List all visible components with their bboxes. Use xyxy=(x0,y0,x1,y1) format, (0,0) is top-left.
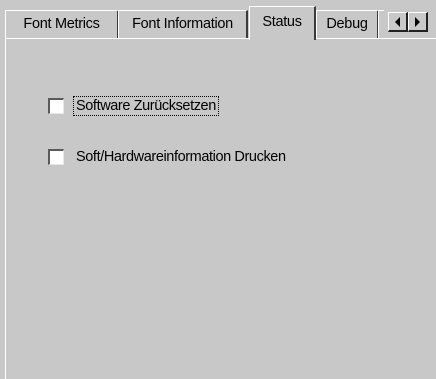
print-info-checkbox[interactable] xyxy=(48,149,64,165)
option-print-info[interactable]: Soft/Hardwareinformation Drucken xyxy=(48,147,288,167)
option-software-reset[interactable]: Software Zurücksetzen xyxy=(48,96,219,116)
tab-label: Font Information xyxy=(132,16,233,32)
status-tab-panel: Software Zurücksetzen Soft/Hardwareinfor… xyxy=(5,38,436,379)
option-label[interactable]: Soft/Hardwareinformation Drucken xyxy=(74,148,288,166)
tab-status[interactable]: Status xyxy=(249,6,316,40)
tab-label: Font Metrics xyxy=(23,16,100,32)
software-reset-checkbox[interactable] xyxy=(48,98,64,114)
tab-font-information[interactable]: Font Information xyxy=(118,10,248,38)
arrow-right-icon xyxy=(415,16,420,27)
tab-strip: Font Metrics Font Information Status Deb… xyxy=(0,0,436,42)
tab-scroll-left-button[interactable] xyxy=(388,12,408,32)
tab-hidden-edge xyxy=(378,10,384,38)
tab-label: Status xyxy=(262,14,302,30)
dialog-window: Font Metrics Font Information Status Deb… xyxy=(0,0,436,379)
tab-debug[interactable]: Debug xyxy=(316,10,379,38)
tab-label: Debug xyxy=(326,16,368,32)
tab-scroll-right-button[interactable] xyxy=(408,12,428,32)
tab-font-metrics[interactable]: Font Metrics xyxy=(5,10,119,38)
arrow-left-icon xyxy=(395,16,400,27)
option-label[interactable]: Software Zurücksetzen xyxy=(73,96,219,116)
